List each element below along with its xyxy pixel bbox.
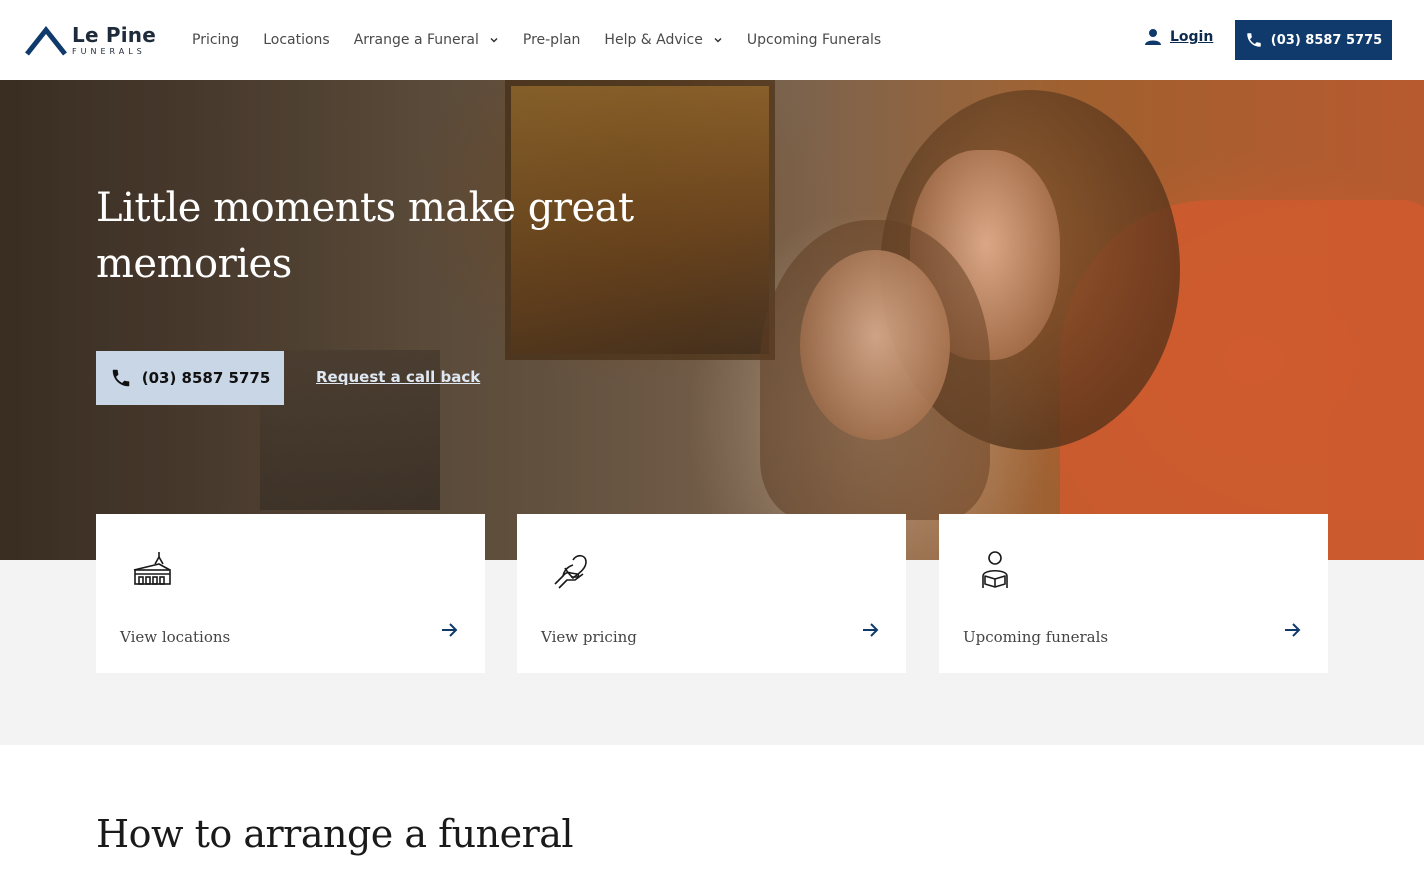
login-label: Login (1170, 29, 1214, 45)
card-view-pricing[interactable]: View pricing (517, 514, 906, 673)
card-label: View locations (120, 628, 231, 646)
request-callback-link[interactable]: Request a call back (316, 368, 480, 386)
chevron-down-icon (490, 37, 498, 43)
nav-item-label: Upcoming Funerals (746, 32, 882, 48)
phone-icon (112, 369, 129, 387)
site-header: Le Pine FUNERALS Pricing Locations Arran… (0, 0, 1424, 80)
card-label: Upcoming funerals (963, 628, 1109, 646)
nav-item-locations[interactable]: Locations (263, 32, 330, 48)
card-label: View pricing (541, 628, 637, 646)
arrow-right-icon (863, 623, 879, 637)
phone-icon (1247, 33, 1261, 47)
section-title: How to arrange a funeral (96, 812, 574, 856)
main-nav: Pricing Locations Arrange a Funeral Pre-… (192, 0, 905, 80)
hero-banner: Little moments make great memories (03) … (0, 80, 1424, 560)
hand-heart-icon (554, 554, 587, 589)
arrow-right-icon (442, 623, 458, 637)
nav-item-label: Locations (263, 32, 330, 48)
brand-name: Le Pine (72, 23, 156, 47)
card-upcoming-funerals[interactable]: Upcoming funerals (939, 514, 1328, 673)
card-view-locations[interactable]: View locations (96, 514, 485, 673)
church-icon (133, 552, 171, 585)
brand-tagline: FUNERALS (72, 47, 146, 56)
nav-item-label: Pre-plan (522, 32, 581, 48)
login-link[interactable]: Login (1144, 28, 1213, 46)
user-icon (1145, 29, 1161, 45)
person-book-icon (982, 551, 1008, 588)
nav-item-label: Help & Advice (604, 32, 703, 48)
hero-title: Little moments make great memories (96, 185, 634, 287)
header-phone-button[interactable]: (03) 8587 5775 (1235, 20, 1392, 60)
chevron-down-icon (714, 37, 722, 43)
hero-phone-button[interactable]: (03) 8587 5775 (96, 351, 284, 405)
hero-overlay (0, 80, 1424, 560)
arrow-right-icon (1285, 623, 1301, 637)
nav-item-label: Pricing (192, 32, 240, 48)
nav-item-pricing[interactable]: Pricing (192, 32, 239, 48)
nav-item-help-advice[interactable]: Help & Advice (604, 32, 722, 48)
nav-item-upcoming-funerals[interactable]: Upcoming Funerals (747, 32, 881, 48)
header-phone-label: (03) 8587 5775 (1270, 32, 1383, 48)
nav-item-pre-plan[interactable]: Pre-plan (523, 32, 581, 48)
nav-item-label: Arrange a Funeral (353, 32, 479, 48)
house-roof-icon (25, 25, 67, 56)
nav-item-arrange-a-funeral[interactable]: Arrange a Funeral (354, 32, 499, 48)
brand-logo[interactable]: Le Pine FUNERALS (24, 24, 156, 57)
hero-phone-label: (03) 8587 5775 (141, 369, 271, 387)
